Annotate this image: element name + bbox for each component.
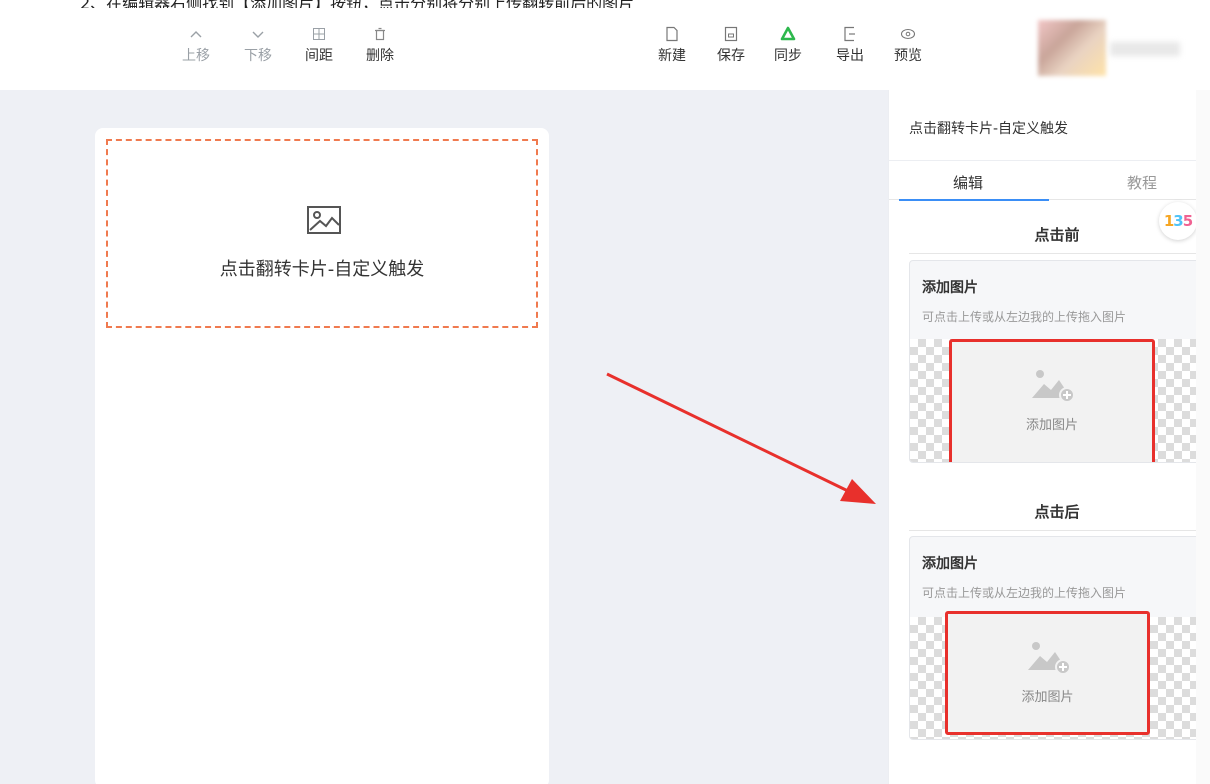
trash-icon [358, 24, 402, 44]
sync-icon [766, 24, 810, 44]
image-icon [306, 205, 342, 239]
move-down-label: 下移 [244, 48, 272, 64]
sync-button[interactable]: 同步 [766, 24, 810, 65]
panel-tabs: 编辑 教程 [889, 160, 1210, 201]
new-label: 新建 [658, 48, 686, 64]
upload-hint: 可点击上传或从左边我的上传拖入图片 [922, 310, 1127, 324]
flip-card-component[interactable]: 点击翻转卡片-自定义触发 [106, 139, 538, 328]
export-icon [828, 24, 872, 44]
preview-label: 预览 [894, 48, 922, 64]
export-button[interactable]: 导出 [828, 24, 872, 65]
chevron-up-icon [174, 24, 218, 44]
sync-label: 同步 [774, 48, 802, 64]
annotation-arrow [606, 372, 876, 504]
section-heading-before: 点击前 [909, 224, 1205, 254]
add-image-button-before[interactable]: 添加图片 [949, 339, 1155, 462]
eye-icon [886, 24, 930, 44]
upload-card-title: 添加图片 [922, 556, 978, 572]
add-image-button-after[interactable]: 添加图片 [945, 611, 1150, 735]
caption-strip: 2、在编辑器右侧找到【添加图片】按钮，点击分别将分别上传翻转前后的图片 [0, 0, 1210, 8]
upload-card-before: 添加图片 可点击上传或从左边我的上传拖入图片 添加图片 [909, 260, 1205, 463]
new-file-icon [650, 24, 694, 44]
panel-title: 点击翻转卡片-自定义触发 [909, 121, 1069, 137]
move-up-label: 上移 [182, 48, 210, 64]
caption-text: 2、在编辑器右侧找到【添加图片】按钮，点击分别将分别上传翻转前后的图片 [80, 0, 634, 8]
section-heading-after: 点击后 [909, 501, 1205, 531]
panel-scrollbar[interactable] [1196, 90, 1210, 784]
active-tab-indicator [899, 199, 1049, 201]
spacing-label: 间距 [305, 48, 333, 64]
grid-icon [297, 24, 341, 44]
spacing-button[interactable]: 间距 [297, 24, 341, 65]
add-image-label: 添加图片 [1021, 690, 1074, 705]
tab-tutorial[interactable]: 教程 [1127, 172, 1157, 193]
add-image-icon [1031, 368, 1075, 408]
preview-button[interactable]: 预览 [886, 24, 930, 65]
tab-edit[interactable]: 编辑 [953, 172, 983, 193]
upload-card-after: 添加图片 可点击上传或从左边我的上传拖入图片 添加图片 [909, 536, 1205, 740]
chevron-down-icon [236, 24, 280, 44]
add-image-label: 添加图片 [1025, 418, 1078, 433]
move-up-button[interactable]: 上移 [174, 24, 218, 65]
move-down-button[interactable]: 下移 [236, 24, 280, 65]
upload-hint: 可点击上传或从左边我的上传拖入图片 [922, 586, 1127, 600]
new-button[interactable]: 新建 [650, 24, 694, 65]
editor-toolbar: 上移 下移 间距 删除 新建 保存 同步 导出 预览 [0, 8, 1210, 90]
settings-panel: 点击翻转卡片-自定义触发 编辑 教程 135 点击前 添加图片 可点击上传或从左… [888, 90, 1210, 784]
avatar[interactable] [1038, 20, 1106, 76]
add-image-icon [1027, 640, 1071, 680]
export-label: 导出 [836, 48, 864, 64]
upload-card-title: 添加图片 [922, 280, 978, 296]
delete-label: 删除 [366, 48, 394, 64]
save-label: 保存 [717, 48, 745, 64]
save-button[interactable]: 保存 [709, 24, 753, 65]
user-name-blurred [1110, 42, 1180, 56]
delete-button[interactable]: 删除 [358, 24, 402, 65]
save-icon [709, 24, 753, 44]
component-placeholder-text: 点击翻转卡片-自定义触发 [219, 259, 425, 280]
